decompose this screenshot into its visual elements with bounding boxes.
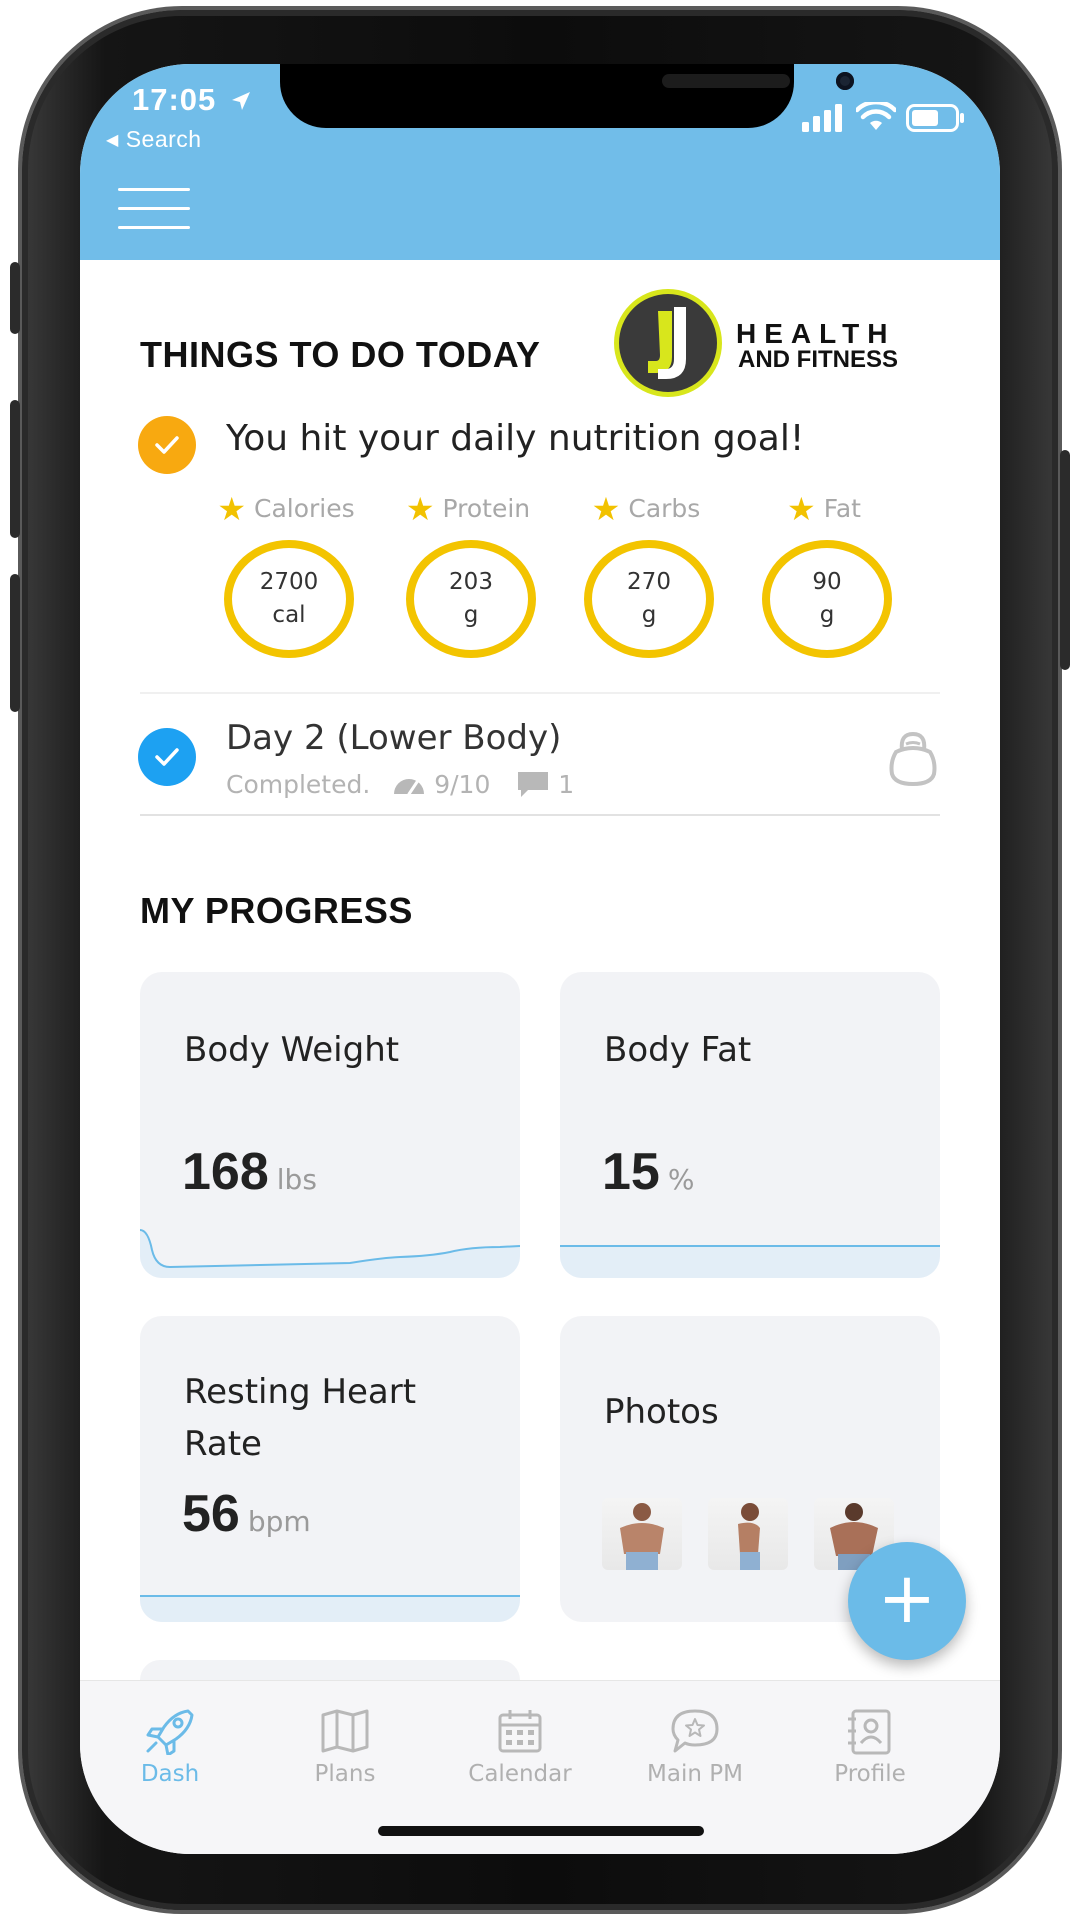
progress-photo-side[interactable] — [708, 1498, 788, 1570]
power-button — [1060, 450, 1070, 670]
body-fat-trend-chart — [560, 1245, 940, 1278]
add-button[interactable]: + — [848, 1542, 966, 1660]
star-icon: ★ — [217, 490, 247, 528]
silent-switch — [10, 262, 20, 334]
front-camera — [836, 72, 854, 90]
card-title: Resting Heart Rate — [184, 1372, 417, 1464]
macro-ring: 2700 cal — [224, 540, 354, 658]
workout-subtitle: Completed. 9/10 1 — [226, 770, 574, 799]
star-icon: ★ — [787, 490, 816, 528]
macro-label: ★ Carbs — [591, 490, 701, 528]
tab-label: Main PM — [647, 1761, 743, 1787]
speaker-grille — [662, 74, 790, 88]
macro-label: ★ Protein — [405, 490, 531, 528]
workout-status: Completed. — [226, 770, 371, 799]
menu-line — [118, 188, 190, 191]
rocket-icon — [146, 1709, 194, 1755]
divider — [140, 814, 940, 816]
card-title: Photos — [604, 1392, 719, 1432]
my-progress-title: MY PROGRESS — [140, 890, 413, 931]
back-triangle-icon: ◀ — [106, 132, 119, 149]
card-title: Body Fat — [604, 1030, 752, 1070]
cellular-signal-icon — [802, 104, 842, 132]
logo-and-fitness: AND FITNESS — [738, 346, 899, 373]
tab-main-pm[interactable]: Main PM — [610, 1707, 780, 1787]
volume-down-button — [10, 574, 20, 712]
workout-title: Day 2 (Lower Body) — [226, 718, 562, 758]
jj-logo-icon — [614, 289, 722, 397]
macro-ring: 203 g — [406, 540, 536, 658]
resting-heart-rate-card[interactable]: Resting Heart Rate 56 bpm — [140, 1316, 520, 1622]
tab-label: Dash — [140, 1761, 200, 1787]
weight-trend-chart — [140, 1229, 520, 1278]
kettlebell-icon — [889, 731, 937, 787]
comment-icon — [518, 772, 549, 797]
speedometer-icon — [394, 779, 425, 796]
profile-icon — [848, 1709, 891, 1755]
chat-star-icon — [671, 1709, 719, 1753]
tab-profile[interactable]: Profile — [785, 1707, 955, 1787]
volume-up-button — [10, 400, 20, 538]
progress-photo-front[interactable] — [602, 1498, 682, 1570]
calendar-icon — [498, 1710, 542, 1753]
back-label: Search — [125, 126, 202, 152]
heart-rate-trend-chart — [140, 1595, 520, 1622]
back-to-search-link[interactable]: ◀ Search — [106, 126, 202, 153]
card-value: 15% — [602, 1143, 695, 1201]
app-screen: 17:05 ◀ Search THINGS TO DO TODAY HEALTH… — [80, 64, 1000, 1854]
card-title: Body Weight — [184, 1030, 400, 1070]
battery-icon — [906, 104, 964, 132]
macro-label: ★ Fat — [787, 490, 861, 528]
body-weight-card[interactable]: Body Weight 168 lbs — [140, 972, 520, 1278]
tab-calendar[interactable]: Calendar — [435, 1707, 605, 1787]
tab-dash[interactable]: Dash — [85, 1707, 255, 1787]
workout-rating: 9/10 — [434, 770, 491, 799]
workout-comment-count: 1 — [558, 770, 575, 799]
card-value: 168 lbs — [182, 1143, 317, 1201]
star-icon: ★ — [405, 490, 435, 528]
tab-plans[interactable]: Plans — [260, 1707, 430, 1787]
status-time: 17:05 — [132, 82, 252, 118]
workout-check-icon[interactable] — [138, 728, 196, 786]
macro-ring: 270 g — [584, 540, 714, 658]
menu-button[interactable] — [118, 188, 190, 232]
nutrition-goal-message: You hit your daily nutrition goal! — [226, 418, 805, 459]
map-icon — [321, 1709, 369, 1753]
menu-line — [118, 207, 190, 210]
notch — [280, 64, 854, 128]
card-value: 56 bpm — [182, 1485, 311, 1543]
location-arrow-icon — [231, 92, 250, 110]
nutrition-check-icon[interactable] — [138, 416, 196, 474]
menu-line — [118, 226, 190, 229]
macro-ring: 90 g — [762, 540, 892, 658]
tab-label: Profile — [834, 1761, 906, 1787]
tab-label: Plans — [314, 1761, 376, 1787]
wifi-icon — [856, 102, 896, 130]
things-to-do-title: THINGS TO DO TODAY — [140, 334, 541, 375]
app-header: 17:05 ◀ Search — [80, 64, 1000, 260]
home-indicator[interactable] — [378, 1826, 704, 1836]
macro-label: ★ Calories — [217, 490, 355, 528]
star-icon: ★ — [591, 490, 621, 528]
body-fat-card[interactable]: Body Fat 15% — [560, 972, 940, 1278]
tab-label: Calendar — [468, 1761, 572, 1787]
